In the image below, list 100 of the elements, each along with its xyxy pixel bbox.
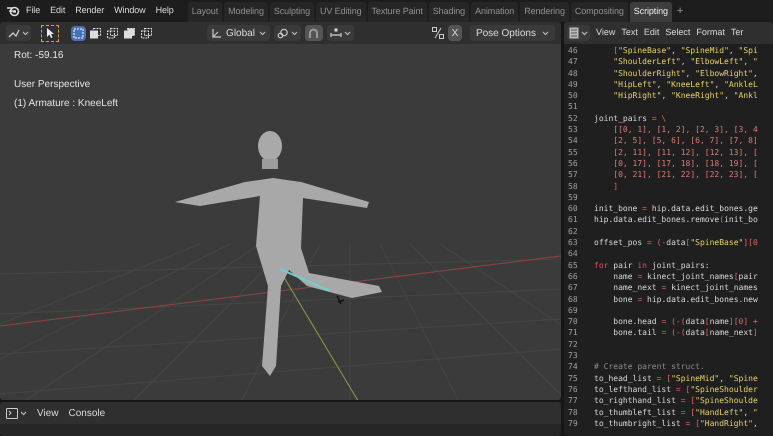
line-number: 61 xyxy=(568,214,579,226)
code-line: "ShoulderRight", "ElbowRight", xyxy=(612,68,758,79)
snap-toggle[interactable] xyxy=(304,25,323,41)
x-mirror-toggle[interactable]: X xyxy=(448,25,462,41)
orientation-dropdown[interactable]: Global xyxy=(207,25,270,41)
workspace-tab[interactable]: Scripting xyxy=(630,2,672,22)
select-mode-button[interactable] xyxy=(88,26,103,40)
code-line: to_lefthand_list = ["SpineShoulder xyxy=(594,384,758,396)
line-number: 51 xyxy=(568,101,579,113)
line-number: 65 xyxy=(568,260,579,271)
menu-item[interactable]: Window xyxy=(110,4,150,18)
select-mode-button[interactable] xyxy=(71,26,86,40)
line-number: 69 xyxy=(568,304,579,316)
axes-icon xyxy=(211,28,222,38)
code-line: name = kinect_joint_names[pair xyxy=(612,270,758,282)
editor-type-dropdown[interactable] xyxy=(567,25,590,41)
line-number: 50 xyxy=(568,90,579,102)
pose-options-dropdown[interactable]: Pose Options xyxy=(470,25,555,41)
chevron-down-icon xyxy=(344,30,351,36)
active-object-label: (1) Armature : KneeLeft xyxy=(14,97,118,111)
code-line: offset_pos = (-data["SpineBase"][0 xyxy=(594,237,758,248)
line-number: 76 xyxy=(568,384,579,396)
code-line: ["SpineBase", "SpineMid", "Spi xyxy=(612,45,758,56)
menu-item[interactable]: File xyxy=(22,4,44,18)
menu-item[interactable]: Text xyxy=(621,26,638,40)
code-line: joint_pairs = \ xyxy=(594,112,666,124)
line-number: 53 xyxy=(568,124,579,136)
code-line: "HipRight", "KneeRight", "Ankl xyxy=(612,90,758,102)
code-line: for pair in joint_pairs: xyxy=(594,260,710,271)
workspace-tab[interactable]: Rendering xyxy=(520,2,569,22)
document-icon xyxy=(569,27,579,39)
line-number: 47 xyxy=(568,56,579,68)
mode-dropdown[interactable] xyxy=(6,25,31,41)
console-icon xyxy=(6,408,18,418)
line-number: 74 xyxy=(568,361,579,373)
code-line: to_thumbright_list = ["HandRight", xyxy=(594,418,758,430)
workspace-tab[interactable]: Modeling xyxy=(224,2,268,22)
menu-item[interactable]: Select xyxy=(665,26,690,40)
line-number: 67 xyxy=(568,282,579,294)
app-logo-icon[interactable] xyxy=(6,5,20,17)
code-line: "ShoulderLeft", "ElbowLeft", " xyxy=(612,56,758,68)
add-workspace-button[interactable]: + xyxy=(674,2,686,20)
line-number: 63 xyxy=(568,237,579,248)
menu-item[interactable]: Ter xyxy=(730,26,744,40)
chevron-down-icon xyxy=(22,30,29,36)
3d-viewport[interactable]: Rot: -59.16 User Perspective (1) Armature : KneeLeft xyxy=(0,44,561,400)
line-number: 77 xyxy=(568,395,579,406)
code-line: bone = hip.data.edit_bones.new xyxy=(612,294,758,305)
code-line: [2, 5], [5, 6], [6, 7], [7, 8] xyxy=(612,135,758,147)
select-tool-button[interactable] xyxy=(41,24,59,42)
chevron-down-icon xyxy=(258,30,266,36)
line-number: 79 xyxy=(568,418,579,430)
menu-item[interactable]: Help xyxy=(152,4,178,18)
select-mode-button[interactable] xyxy=(139,26,154,40)
line-number: 55 xyxy=(568,146,579,158)
workspace-tab[interactable]: Shading xyxy=(428,2,470,22)
line-number: 64 xyxy=(568,248,579,260)
menu-item[interactable]: View xyxy=(596,26,616,40)
square-icon xyxy=(124,28,135,38)
rotation-readout: Rot: -59.16 xyxy=(14,49,64,63)
pivot-dropdown[interactable] xyxy=(274,25,301,41)
snap-target-icon xyxy=(330,28,342,38)
workspace-tab[interactable]: Compositing xyxy=(570,2,628,22)
code-line: [0, 17], [17, 18], [18, 19], [ xyxy=(612,158,758,170)
workspace-tab[interactable]: Layout xyxy=(188,2,222,22)
code-line: to_righthand_list = ["SpineShoulde xyxy=(594,395,758,406)
select-mode-button[interactable] xyxy=(122,26,137,40)
code-line: [0, 21], [21, 22], [22, 23], [ xyxy=(612,169,758,181)
line-number: 71 xyxy=(568,327,579,339)
line-number: 62 xyxy=(568,226,579,238)
select-mode-button[interactable] xyxy=(105,26,120,40)
menu-item[interactable]: View xyxy=(37,406,58,420)
cursor-icon xyxy=(46,28,54,38)
code-line: to_head_list = ["SpineMid", "Spine xyxy=(594,372,758,384)
snap-dropdown[interactable] xyxy=(326,25,354,41)
code-line: # Create parent struct. xyxy=(594,361,705,373)
code-line: hip.data.edit_bones.remove(init_bo xyxy=(594,214,758,226)
line-number: 46 xyxy=(568,45,579,56)
line-number: 57 xyxy=(568,169,579,181)
line-number: 48 xyxy=(568,68,579,79)
line-number: 49 xyxy=(568,78,579,90)
chevron-down-icon xyxy=(290,30,298,36)
menu-item[interactable]: Format xyxy=(696,26,725,40)
line-number: 52 xyxy=(568,112,579,124)
line-number: 72 xyxy=(568,338,579,350)
workspace-tab[interactable]: Sculpting xyxy=(270,2,314,22)
line-number: 70 xyxy=(568,316,579,328)
code-line: name_next = kinect_joint_names xyxy=(612,282,758,294)
view-name: User Perspective xyxy=(14,78,92,92)
menu-item[interactable]: Console xyxy=(68,406,106,420)
chevron-down-icon xyxy=(542,30,549,36)
menu-item[interactable]: Edit xyxy=(46,4,70,18)
workspace-tab[interactable]: Animation xyxy=(471,2,518,22)
code-line: "HipLeft", "KneeLeft", "AnkleL xyxy=(612,78,758,90)
square-icon xyxy=(107,28,118,38)
editor-type-dropdown[interactable] xyxy=(6,408,27,418)
workspace-tab[interactable]: UV Editing xyxy=(316,2,366,22)
workspace-tab[interactable]: Texture Paint xyxy=(368,2,427,22)
menu-item[interactable]: Edit xyxy=(644,26,660,40)
menu-item[interactable]: Render xyxy=(71,4,108,18)
